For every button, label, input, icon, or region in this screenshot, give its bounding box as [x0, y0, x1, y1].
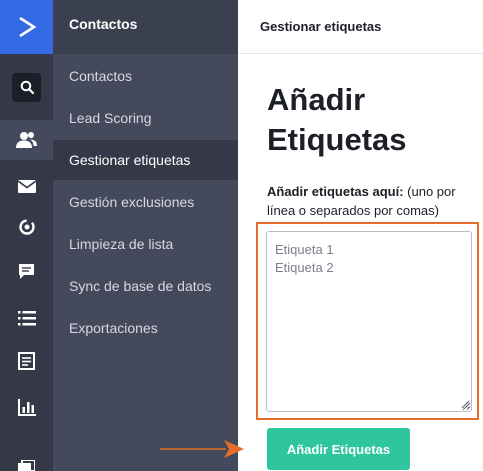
- rail-forms-button[interactable]: [0, 341, 53, 381]
- pages-icon: [18, 460, 35, 471]
- resize-grip-icon[interactable]: [460, 399, 470, 409]
- main-panel: Gestionar etiquetas Añadir Etiquetas Aña…: [238, 0, 483, 471]
- subnav-title: Contactos: [69, 16, 138, 32]
- mail-icon: [17, 179, 36, 193]
- nav-item-gestionar-etiquetas[interactable]: Gestionar etiquetas: [53, 140, 238, 180]
- automation-icon: [18, 219, 35, 235]
- page-title: Añadir Etiquetas: [267, 82, 407, 157]
- add-tags-button[interactable]: Añadir Etiquetas: [267, 428, 410, 470]
- tags-field-label-bold: Añadir etiquetas aquí:: [267, 184, 404, 199]
- rail-conversations-button[interactable]: [0, 251, 53, 291]
- conversations-icon: [19, 263, 34, 279]
- rail-automation-button[interactable]: [0, 207, 53, 247]
- contacts-icon: [15, 132, 37, 148]
- rail-search-button[interactable]: [0, 67, 53, 107]
- rail-lists-button[interactable]: [0, 298, 53, 338]
- rail-contacts-button[interactable]: [0, 120, 53, 160]
- forms-icon: [18, 352, 35, 370]
- nav-item-exportaciones[interactable]: Exportaciones: [53, 308, 238, 348]
- reports-icon: [17, 398, 36, 416]
- rail-mail-button[interactable]: [0, 166, 53, 206]
- pointer-arrow-icon: [160, 440, 244, 458]
- nav-item-contactos[interactable]: Contactos: [53, 56, 238, 96]
- search-icon: [12, 72, 41, 102]
- nav-item-limpieza-de-lista[interactable]: Limpieza de lista: [53, 224, 238, 264]
- contacts-subnav: Contactos Contactos Lead Scoring Gestion…: [53, 0, 238, 471]
- nav-item-lead-scoring[interactable]: Lead Scoring: [53, 98, 238, 138]
- rail-reports-button[interactable]: [0, 387, 53, 427]
- tags-textarea[interactable]: [266, 231, 472, 412]
- nav-item-gestion-exclusiones[interactable]: Gestión exclusiones: [53, 182, 238, 222]
- app-logo[interactable]: [0, 0, 53, 54]
- lists-icon: [17, 310, 36, 325]
- logo-chevron-icon: [18, 16, 36, 38]
- nav-item-sync-base-de-datos[interactable]: Sync de base de datos: [53, 266, 238, 306]
- icon-rail: [0, 0, 53, 471]
- rail-pages-button[interactable]: [0, 448, 53, 471]
- tags-field-label: Añadir etiquetas aquí: (uno por línea o …: [267, 182, 477, 220]
- page-breadcrumb: Gestionar etiquetas: [238, 0, 483, 54]
